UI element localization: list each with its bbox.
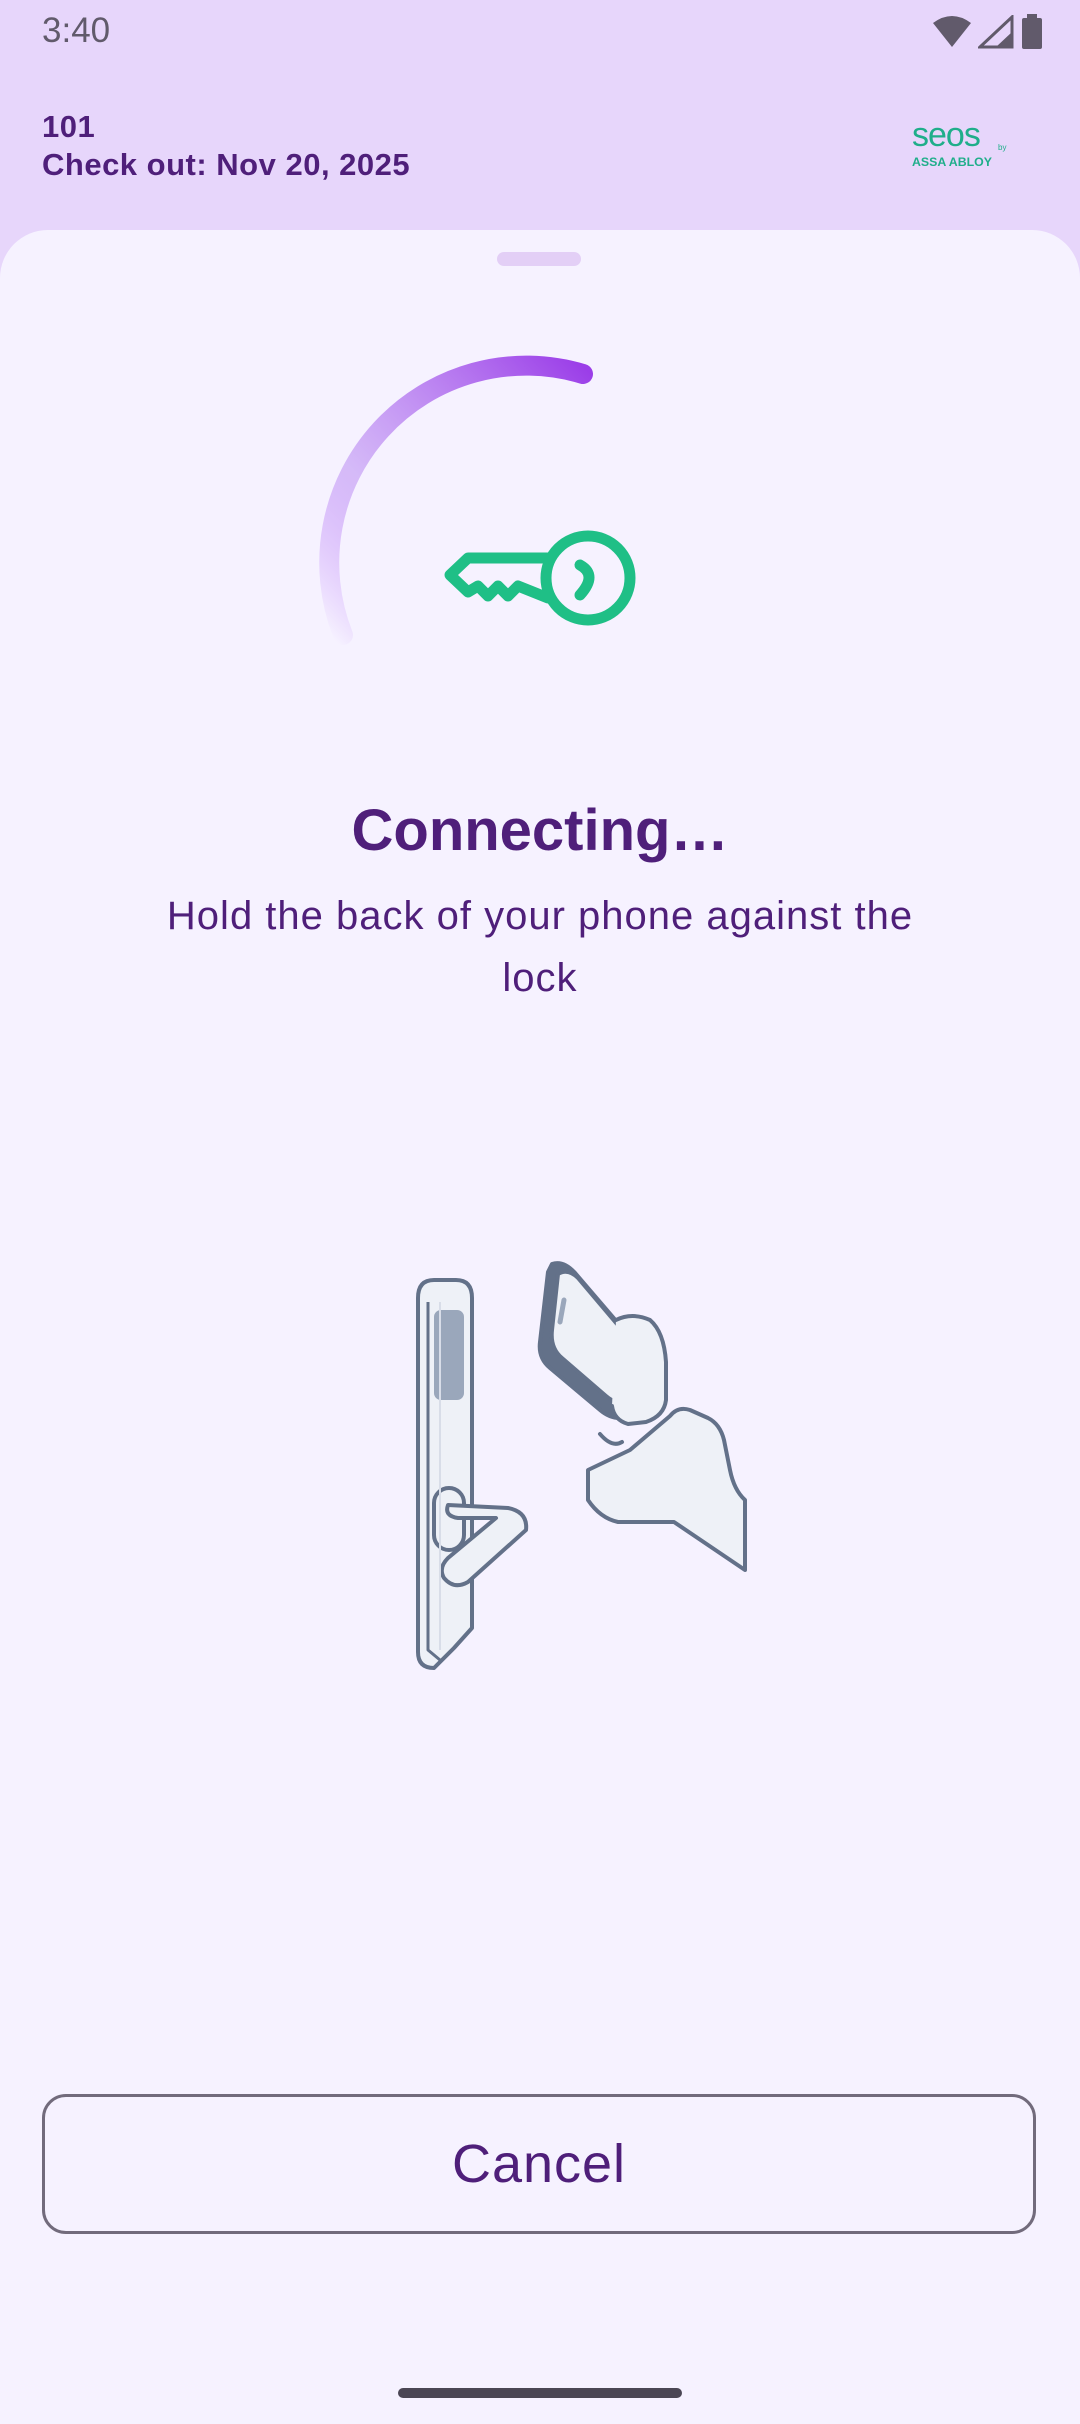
seos-assa-abloy-logo: seos by ASSA ABLOY (912, 118, 1006, 169)
checkout-date: Check out: Nov 20, 2025 (42, 147, 411, 182)
logo-by: by (998, 143, 1006, 152)
home-indicator[interactable] (398, 2388, 682, 2398)
hand-with-phone-illustration (537, 1261, 747, 1572)
logo-wordmark: seos (912, 118, 980, 154)
drag-handle[interactable] (497, 252, 581, 266)
logo-company: ASSA ABLOY (912, 155, 992, 169)
instruction-text: Hold the back of your phone against the … (166, 894, 914, 1000)
connecting-title: Connecting… (351, 798, 729, 863)
cancel-button[interactable]: Cancel (42, 2094, 1036, 2234)
key-icon (444, 530, 636, 626)
phone-to-lock-illustration (416, 1261, 747, 1670)
door-lock-illustration (416, 1278, 529, 1670)
status-time: 3:40 (42, 11, 111, 50)
room-number: 101 (42, 109, 96, 144)
status-bar: 3:40 (0, 0, 1080, 62)
connecting-progress-indicator (319, 355, 636, 645)
cellular-signal-icon (978, 15, 1014, 49)
wifi-icon (933, 16, 971, 47)
status-icons (932, 12, 1044, 52)
battery-icon (1022, 14, 1042, 49)
reservation-info: 101 Check out: Nov 20, 2025 (42, 108, 410, 184)
connect-bottom-sheet: Connecting… Hold the back of your phone … (0, 230, 1080, 2424)
